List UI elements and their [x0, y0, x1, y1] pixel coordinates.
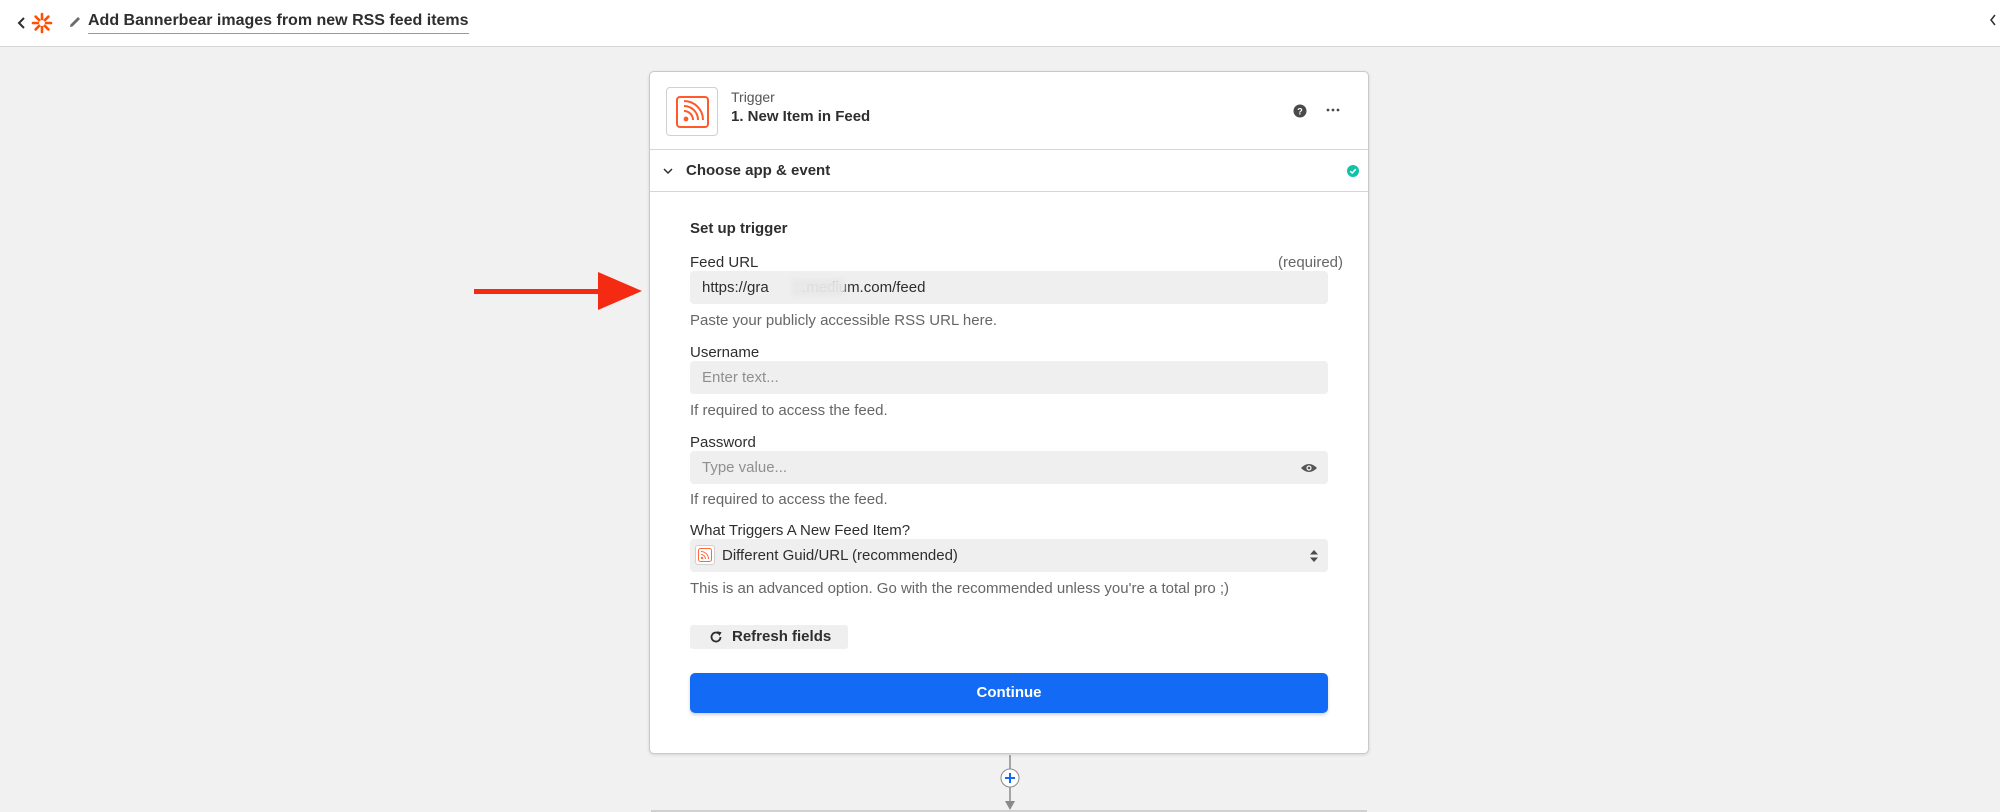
rss-option-icon — [695, 545, 715, 565]
feed-url-helper: Paste your publicly accessible RSS URL h… — [690, 312, 998, 329]
feed-url-label: Feed URL — [690, 254, 759, 271]
chevron-left-icon[interactable] — [14, 13, 30, 33]
zap-title[interactable]: Add Bannerbear images from new RSS feed … — [88, 12, 469, 34]
collapse-panel-icon[interactable] — [1990, 14, 1996, 26]
top-bar: Add Bannerbear images from new RSS feed … — [0, 0, 2000, 47]
more-icon[interactable] — [1324, 102, 1342, 118]
continue-label: Continue — [976, 684, 1042, 701]
annotation-arrow-icon — [474, 272, 642, 310]
username-input[interactable] — [690, 361, 1328, 394]
trigger-type-select[interactable]: Different Guid/URL (recommended) — [690, 539, 1328, 572]
zapier-logo[interactable] — [31, 12, 53, 34]
app-icon — [666, 87, 718, 136]
svg-text:?: ? — [1297, 107, 1303, 117]
step-kicker: Trigger — [731, 89, 775, 105]
help-icon[interactable]: ? — [1293, 104, 1307, 118]
refresh-fields-button[interactable]: Refresh fields — [690, 625, 848, 649]
required-label: (required) — [1278, 254, 1344, 271]
eye-icon[interactable] — [1300, 462, 1318, 474]
setup-title: Set up trigger — [690, 220, 788, 237]
password-helper: If required to access the feed. — [690, 491, 888, 508]
chevron-down-icon — [663, 168, 673, 175]
username-label: Username — [690, 344, 760, 361]
refresh-icon — [710, 631, 722, 643]
username-helper: If required to access the feed. — [690, 402, 888, 419]
step-title: 1. New Item in Feed — [731, 108, 871, 125]
refresh-fields-label: Refresh fields — [732, 628, 832, 645]
choose-app-event-section[interactable]: Choose app & event — [650, 150, 1368, 192]
section-label: Choose app & event — [686, 162, 831, 179]
continue-button[interactable]: Continue — [690, 673, 1328, 713]
select-arrows-icon — [1310, 550, 1318, 562]
rss-icon — [676, 96, 709, 128]
password-label: Password — [690, 434, 756, 451]
trigger-step-card: Trigger 1. New Item in Feed ? Choose app… — [649, 71, 1369, 754]
step-connector — [1000, 755, 1020, 810]
check-circle-icon — [1347, 165, 1359, 177]
pencil-icon[interactable] — [67, 14, 83, 30]
feed-url-input[interactable] — [690, 271, 1328, 304]
trigger-type-label: What Triggers A New Feed Item? — [690, 522, 911, 539]
password-input[interactable] — [690, 451, 1328, 484]
step-header[interactable]: Trigger 1. New Item in Feed ? — [650, 72, 1368, 150]
trigger-type-value: Different Guid/URL (recommended) — [722, 547, 958, 564]
trigger-type-helper: This is an advanced option. Go with the … — [690, 580, 1229, 597]
